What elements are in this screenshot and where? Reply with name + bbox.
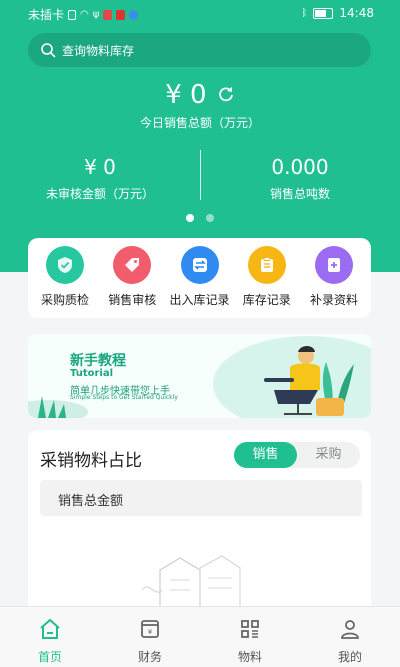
sales-purchase-toggle: 销售 采购: [234, 442, 360, 468]
header-background: 未插卡 ◠ ψ ᛒ 14:48 查询物料库存 ¥ 0 今日销售总额（万元） ¥ …: [0, 0, 400, 272]
tab-mine[interactable]: 我的: [300, 607, 400, 667]
unreviewed-amount-label: 未审核金额（万元）: [45, 187, 154, 201]
toggle-purchase[interactable]: 采购: [297, 442, 360, 468]
search-icon: [40, 42, 56, 58]
material-ratio-title: 采销物料占比: [40, 451, 142, 471]
tab-materials[interactable]: 物料: [200, 607, 300, 667]
menu-label: 库存记录: [242, 293, 291, 307]
sales-tonnage-value: 0.000: [271, 155, 329, 179]
transfer-icon: [180, 246, 219, 284]
tag-icon: [113, 246, 152, 284]
finance-icon: ¥: [138, 617, 162, 645]
plus-doc-icon: [315, 246, 353, 284]
svg-text:¥: ¥: [148, 628, 153, 636]
sales-tonnage-stat: 0.000 销售总吨数: [200, 155, 400, 202]
clock-text: 14:48: [339, 6, 374, 20]
sales-total-bar: 销售总金额: [40, 480, 362, 516]
today-sales-value: ¥ 0: [165, 80, 207, 110]
tutorial-subtitle-en: Simple Steps to Get Started Quickly: [70, 394, 178, 401]
app-icon-blue: [129, 9, 139, 20]
material-ratio-card: 采销物料占比 销售 采购 销售总金额: [28, 430, 371, 620]
menu-item-stock-in-out[interactable]: 出入库记录: [167, 246, 233, 308]
menu-item-sales-review[interactable]: 销售审核: [99, 246, 165, 308]
search-input[interactable]: 查询物料库存: [62, 42, 134, 59]
grid-icon: [238, 617, 262, 645]
bottom-tab-bar: 首页 ¥ 财务 物料 我的: [0, 606, 400, 667]
unreviewed-amount-value: ¥ 0: [84, 155, 116, 179]
carousel-dots: [0, 214, 400, 222]
carrier-text: 未插卡: [28, 8, 65, 22]
tab-label: 我的: [337, 650, 362, 664]
user-icon: [338, 617, 362, 645]
status-bar: 未插卡 ◠ ψ ᛒ 14:48: [0, 0, 400, 26]
usb-icon: ψ: [92, 9, 100, 20]
menu-label: 出入库记录: [169, 293, 230, 307]
shield-check-icon: [46, 246, 84, 284]
sales-total-label: 销售总金额: [58, 494, 124, 509]
menu-item-purchase-inspection[interactable]: 采购质检: [32, 246, 98, 308]
menu-label: 销售审核: [108, 293, 157, 307]
menu-label: 补录资料: [309, 293, 358, 307]
search-bar[interactable]: 查询物料库存: [28, 33, 371, 67]
quick-menu-card: 采购质检 销售审核 出入库记录 库存记录 补录资料: [28, 238, 371, 318]
bluetooth-icon: ᛒ: [301, 7, 308, 19]
wifi-icon: ◠: [80, 9, 89, 20]
today-sales-label: 今日销售总额（万元）: [139, 116, 260, 130]
carousel-dot-2[interactable]: [206, 214, 214, 222]
tab-home[interactable]: 首页: [0, 607, 100, 667]
today-sales-amount: ¥ 0: [0, 80, 400, 110]
tab-finance[interactable]: ¥ 财务: [100, 607, 200, 667]
sim-icon: [68, 9, 77, 20]
tab-label: 财务: [137, 650, 162, 664]
tab-label: 首页: [37, 650, 62, 664]
tab-label: 物料: [237, 650, 262, 664]
sales-tonnage-label: 销售总吨数: [269, 187, 330, 201]
tutorial-banner[interactable]: 新手教程 Tutorial 简单几步快速带您上手 Simple Steps to…: [28, 334, 371, 418]
menu-item-supplement-data[interactable]: 补录资料: [301, 246, 367, 308]
tutorial-title: 新手教程: [70, 353, 126, 369]
app-icon-red-2: [116, 9, 126, 20]
toggle-sales[interactable]: 销售: [234, 442, 297, 468]
home-icon: [38, 617, 62, 645]
tutorial-title-en: Tutorial: [70, 368, 114, 379]
menu-label: 采购质检: [40, 293, 89, 307]
menu-item-inventory-records[interactable]: 库存记录: [234, 246, 300, 308]
battery-icon: [313, 7, 334, 19]
clipboard-icon: [247, 246, 286, 284]
app-icon-red: [103, 9, 113, 20]
empty-state-illustration: [141, 555, 241, 609]
carousel-dot-1[interactable]: [186, 214, 194, 222]
refresh-icon[interactable]: [217, 80, 235, 110]
unreviewed-amount-stat: ¥ 0 未审核金额（万元）: [0, 155, 200, 202]
